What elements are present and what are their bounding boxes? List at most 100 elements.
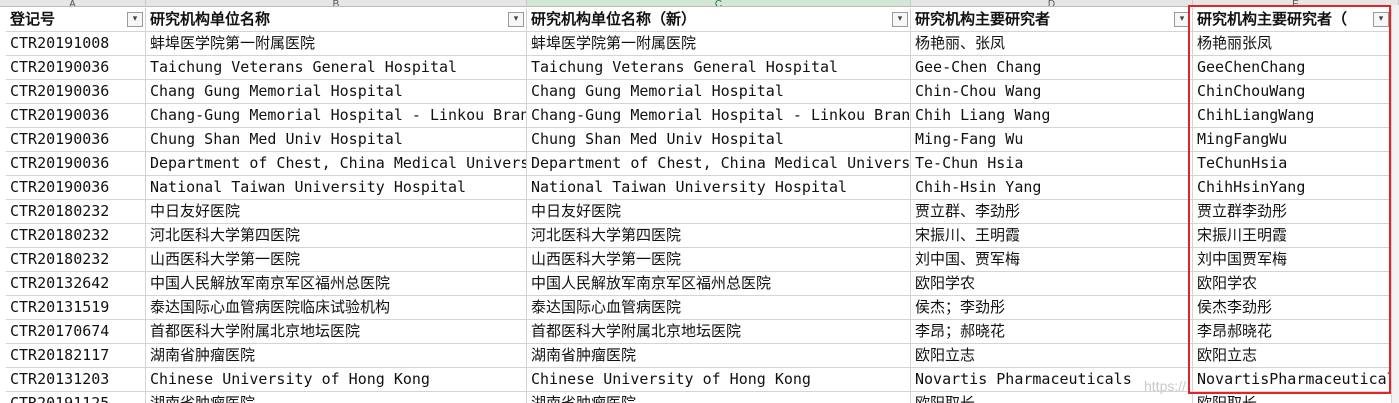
column-header-e[interactable]: 研究机构主要研究者（ <box>1193 8 1392 32</box>
cell-a[interactable]: CTR20190036 <box>6 128 146 152</box>
filter-dropdown-icon[interactable]: ▾ <box>1174 12 1190 27</box>
cell-a[interactable]: CTR20180232 <box>6 200 146 224</box>
cell-b[interactable]: Chinese University of Hong Kong <box>146 368 527 392</box>
column-letter-e[interactable]: E <box>1193 0 1399 7</box>
cell-e[interactable]: NovartisPharmaceuticals <box>1193 368 1392 392</box>
cell-e[interactable]: 欧阳学农 <box>1193 272 1392 296</box>
column-letter-d[interactable]: D <box>911 0 1193 7</box>
cell-c[interactable]: Chinese University of Hong Kong <box>527 368 911 392</box>
cell-c[interactable]: National Taiwan University Hospital <box>527 176 911 200</box>
cell-e[interactable]: 欧阳立志 <box>1193 344 1392 368</box>
cell-b[interactable]: 湖南省肿瘤医院 <box>146 392 527 403</box>
filter-dropdown-icon[interactable]: ▾ <box>892 12 908 27</box>
filter-dropdown-icon[interactable]: ▾ <box>1373 12 1389 27</box>
cell-c[interactable]: 泰达国际心血管病医院 <box>527 296 911 320</box>
cell-e[interactable]: 侯杰李劲彤 <box>1193 296 1392 320</box>
column-header-label: 研究机构单位名称 <box>150 10 271 28</box>
cell-b[interactable]: Taichung Veterans General Hospital <box>146 56 527 80</box>
cell-e[interactable]: MingFangWu <box>1193 128 1392 152</box>
cell-b[interactable]: 中国人民解放军南京军区福州总医院 <box>146 272 527 296</box>
cell-a[interactable]: CTR20182117 <box>6 344 146 368</box>
column-header-label: 研究机构单位名称（新） <box>531 10 697 28</box>
column-header-d[interactable]: 研究机构主要研究者 <box>911 8 1193 32</box>
cell-c[interactable]: 中国人民解放军南京军区福州总医院 <box>527 272 911 296</box>
column-header-label: 登记号 <box>10 10 56 28</box>
cell-d[interactable]: 刘中国、贾军梅 <box>911 248 1193 272</box>
cell-b[interactable]: 蚌埠医学院第一附属医院 <box>146 32 527 56</box>
cell-d[interactable]: Chih-Hsin Yang <box>911 176 1193 200</box>
cell-c[interactable]: 山西医科大学第一医院 <box>527 248 911 272</box>
column-header-a[interactable]: 登记号 <box>6 8 146 32</box>
cell-b[interactable]: 泰达国际心血管病医院临床试验机构 <box>146 296 527 320</box>
cell-b[interactable]: 中日友好医院 <box>146 200 527 224</box>
cell-e[interactable]: 李昂郝晓花 <box>1193 320 1392 344</box>
cell-a[interactable]: CTR20191125 <box>6 392 146 403</box>
cell-c[interactable]: Department of Chest, China Medical Unive… <box>527 152 911 176</box>
cell-b[interactable]: 湖南省肿瘤医院 <box>146 344 527 368</box>
cell-e[interactable]: ChihHsinYang <box>1193 176 1392 200</box>
cell-a[interactable]: CTR20180232 <box>6 224 146 248</box>
cell-b[interactable]: Chang Gung Memorial Hospital <box>146 80 527 104</box>
cell-e[interactable]: GeeChenChang <box>1193 56 1392 80</box>
cell-d[interactable]: 宋振川、王明霞 <box>911 224 1193 248</box>
column-letter-a[interactable]: A <box>0 0 146 7</box>
column-header-c[interactable]: 研究机构单位名称（新） <box>527 8 911 32</box>
cell-b[interactable]: National Taiwan University Hospital <box>146 176 527 200</box>
cell-b[interactable]: 河北医科大学第四医院 <box>146 224 527 248</box>
cell-d[interactable]: Chin-Chou Wang <box>911 80 1193 104</box>
column-letter-c[interactable]: C <box>527 0 911 7</box>
filter-dropdown-icon[interactable]: ▾ <box>127 12 143 27</box>
cell-e[interactable]: 刘中国贾军梅 <box>1193 248 1392 272</box>
cell-d[interactable]: Te-Chun Hsia <box>911 152 1193 176</box>
cell-a[interactable]: CTR20191008 <box>6 32 146 56</box>
cell-e[interactable]: ChihLiangWang <box>1193 104 1392 128</box>
cell-b[interactable]: Chang-Gung Memorial Hospital - Linkou Br… <box>146 104 527 128</box>
filter-dropdown-icon[interactable]: ▾ <box>508 12 524 27</box>
cell-e[interactable]: ChinChouWang <box>1193 80 1392 104</box>
cell-c[interactable]: 首都医科大学附属北京地坛医院 <box>527 320 911 344</box>
cell-d[interactable]: 贾立群、李劲彤 <box>911 200 1193 224</box>
cell-c[interactable]: 湖南省肿瘤医院 <box>527 392 911 403</box>
cell-d[interactable]: Gee-Chen Chang <box>911 56 1193 80</box>
watermark: https:// <box>1144 378 1187 394</box>
cell-d[interactable]: Chih Liang Wang <box>911 104 1193 128</box>
column-header-b[interactable]: 研究机构单位名称 <box>146 8 527 32</box>
cell-b[interactable]: 首都医科大学附属北京地坛医院 <box>146 320 527 344</box>
cell-c[interactable]: 河北医科大学第四医院 <box>527 224 911 248</box>
cell-a[interactable]: CTR20190036 <box>6 104 146 128</box>
cell-d[interactable]: Ming-Fang Wu <box>911 128 1193 152</box>
cell-c[interactable]: Chung Shan Med Univ Hospital <box>527 128 911 152</box>
cell-a[interactable]: CTR20190036 <box>6 176 146 200</box>
cell-e[interactable]: 杨艳丽张凤 <box>1193 32 1392 56</box>
cell-c[interactable]: Chang Gung Memorial Hospital <box>527 80 911 104</box>
cell-e[interactable]: 贾立群李劲彤 <box>1193 200 1392 224</box>
cell-a[interactable]: CTR20132642 <box>6 272 146 296</box>
cell-e[interactable]: TeChunHsia <box>1193 152 1392 176</box>
cell-a[interactable]: CTR20190036 <box>6 152 146 176</box>
cell-c[interactable]: 蚌埠医学院第一附属医院 <box>527 32 911 56</box>
cell-a[interactable]: CTR20131203 <box>6 368 146 392</box>
spreadsheet: ABCDE 登记号 ▾ 研究机构单位名称 ▾ 研究机构单位名称（新） ▾ 研究机构主要研究者… <box>0 0 1399 403</box>
cell-a[interactable]: CTR20131519 <box>6 296 146 320</box>
cell-c[interactable]: 中日友好医院 <box>527 200 911 224</box>
cell-d[interactable]: 李昂；郝晓花 <box>911 320 1193 344</box>
cell-a[interactable]: CTR20180232 <box>6 248 146 272</box>
cell-b[interactable]: 山西医科大学第一医院 <box>146 248 527 272</box>
cell-d[interactable]: 欧阳学农 <box>911 272 1193 296</box>
cell-d[interactable]: 欧阳立志 <box>911 344 1193 368</box>
cell-d[interactable]: 侯杰；李劲彤 <box>911 296 1193 320</box>
cell-a[interactable]: CTR20170674 <box>6 320 146 344</box>
cell-a[interactable]: CTR20190036 <box>6 80 146 104</box>
cell-c[interactable]: Taichung Veterans General Hospital <box>527 56 911 80</box>
cell-e[interactable]: 欧阳取长 <box>1193 392 1392 403</box>
cell-c[interactable]: Chang-Gung Memorial Hospital - Linkou Br… <box>527 104 911 128</box>
cell-b[interactable]: Department of Chest, China Medical Unive… <box>146 152 527 176</box>
cell-c[interactable]: 湖南省肿瘤医院 <box>527 344 911 368</box>
cell-d[interactable]: 杨艳丽、张凤 <box>911 32 1193 56</box>
column-header-label: 研究机构主要研究者 <box>915 10 1051 28</box>
cell-b[interactable]: Chung Shan Med Univ Hospital <box>146 128 527 152</box>
cell-e[interactable]: 宋振川王明霞 <box>1193 224 1392 248</box>
cell-a[interactable]: CTR20190036 <box>6 56 146 80</box>
vertical-scrollbar[interactable] <box>1392 5 1399 403</box>
column-letter-b[interactable]: B <box>146 0 527 7</box>
